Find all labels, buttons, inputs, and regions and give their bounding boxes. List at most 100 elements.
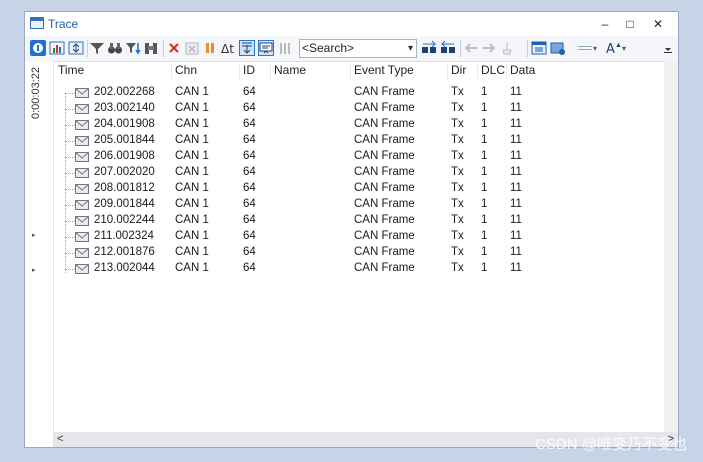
column-divider[interactable] <box>270 63 271 79</box>
toolbar: Δt <Search> ▾ ▾ A ▲ ▾ <box>25 36 678 62</box>
cell-event-type: CAN Frame <box>354 182 415 194</box>
overflow-icon[interactable] <box>662 40 674 56</box>
cell-dir: Tx <box>451 166 464 178</box>
search-input[interactable]: <Search> ▾ <box>299 39 417 58</box>
find-icon[interactable] <box>143 40 159 56</box>
trace-window: Trace – □ ✕ Δt <Search> ▾ ▾ A ▲ ▾ 0:00:0… <box>24 11 679 448</box>
cell-event-type: CAN Frame <box>354 102 415 114</box>
scroll-left-icon[interactable]: < <box>57 433 63 445</box>
cell-time: 208.001812 <box>94 182 155 194</box>
cell-id: 64 <box>243 166 256 178</box>
table-row[interactable]: 204.001908 CAN 1 64 CAN Frame Tx 1 11 <box>53 117 664 133</box>
column-divider[interactable] <box>171 63 172 79</box>
filter-down-icon[interactable] <box>125 40 141 56</box>
filter-icon[interactable] <box>89 40 105 56</box>
minimize-button[interactable]: – <box>594 15 616 33</box>
cell-event-type: CAN Frame <box>354 134 415 146</box>
splitter-arrow-icon[interactable]: ▸ <box>32 231 36 239</box>
svg-text:A: A <box>606 42 615 56</box>
table-row[interactable]: 209.001844 CAN 1 64 CAN Frame Tx 1 11 <box>53 197 664 213</box>
column-header-data[interactable]: Data <box>510 63 535 77</box>
cell-event-type: CAN Frame <box>354 166 415 178</box>
scroll-down-icon[interactable] <box>239 40 255 56</box>
find-next-icon[interactable] <box>421 40 437 56</box>
svg-text:Δt: Δt <box>221 42 234 56</box>
table-row[interactable]: 208.001812 CAN 1 64 CAN Frame Tx 1 11 <box>53 181 664 197</box>
table-row[interactable]: 210.002244 CAN 1 64 CAN Frame Tx 1 11 <box>53 213 664 229</box>
table-row[interactable]: 203.002140 CAN 1 64 CAN Frame Tx 1 11 <box>53 101 664 117</box>
table-row[interactable]: 206.001908 CAN 1 64 CAN Frame Tx 1 11 <box>53 149 664 165</box>
pause-icon[interactable] <box>202 40 218 56</box>
watermark: CSDN @唯变乃不变也 <box>535 436 687 453</box>
clear-icon[interactable] <box>184 40 200 56</box>
statistics-icon[interactable] <box>30 40 46 56</box>
svg-text:▲: ▲ <box>615 42 622 49</box>
column-header-dlc[interactable]: DLC <box>481 63 505 77</box>
window-icon[interactable] <box>531 40 547 56</box>
vertical-scrollbar[interactable] <box>664 61 678 432</box>
column-divider[interactable] <box>447 63 448 79</box>
cell-time: 207.002020 <box>94 166 155 178</box>
mark-icon[interactable] <box>499 40 515 56</box>
cell-dlc: 1 <box>481 182 488 194</box>
cell-data: 11 <box>510 262 522 274</box>
search-dropdown-icon[interactable]: ▾ <box>408 40 413 57</box>
table-row[interactable]: 211.002324 CAN 1 64 CAN Frame Tx 1 11 <box>53 229 664 245</box>
table-row[interactable]: 205.001844 CAN 1 64 CAN Frame Tx 1 11 <box>53 133 664 149</box>
cell-chn: CAN 1 <box>175 86 209 98</box>
column-header-name[interactable]: Name <box>274 63 306 77</box>
column-header-id[interactable]: ID <box>243 63 255 77</box>
cell-time: 203.002140 <box>94 102 155 114</box>
chronological-icon[interactable] <box>258 40 274 56</box>
cell-data: 11 <box>510 230 522 242</box>
cell-chn: CAN 1 <box>175 230 209 242</box>
find-prev-icon[interactable] <box>440 40 456 56</box>
cell-event-type: CAN Frame <box>354 86 415 98</box>
cell-chn: CAN 1 <box>175 246 209 258</box>
column-header-chn[interactable]: Chn <box>175 63 197 77</box>
cell-dir: Tx <box>451 214 464 226</box>
binoculars-icon[interactable] <box>107 40 123 56</box>
column-divider[interactable] <box>239 63 240 79</box>
message-envelope-icon <box>75 88 89 98</box>
table-row[interactable]: 212.001876 CAN 1 64 CAN Frame Tx 1 11 <box>53 245 664 261</box>
back-icon[interactable] <box>463 40 479 56</box>
cell-event-type: CAN Frame <box>354 198 415 210</box>
cell-dir: Tx <box>451 150 464 162</box>
chart-icon[interactable] <box>49 40 65 56</box>
columns-icon[interactable] <box>277 40 293 56</box>
column-header-time[interactable]: Time <box>58 63 84 77</box>
font-icon[interactable]: A ▲ ▾ <box>605 40 629 57</box>
column-header-event-type[interactable]: Event Type <box>354 63 414 77</box>
cell-event-type: CAN Frame <box>354 230 415 242</box>
window-title: Trace <box>48 17 79 31</box>
tree-connector <box>65 189 75 190</box>
forward-icon[interactable] <box>481 40 497 56</box>
close-button[interactable]: ✕ <box>647 15 669 33</box>
table-row[interactable]: 207.002020 CAN 1 64 CAN Frame Tx 1 11 <box>53 165 664 181</box>
export-icon[interactable] <box>550 40 566 56</box>
column-header-dir[interactable]: Dir <box>451 63 466 77</box>
cell-data: 11 <box>510 214 522 226</box>
cell-data: 11 <box>510 198 522 210</box>
svg-text:▾: ▾ <box>622 44 626 53</box>
cell-dlc: 1 <box>481 246 488 258</box>
cell-dir: Tx <box>451 246 464 258</box>
expand-icon[interactable] <box>68 40 84 56</box>
cell-dir: Tx <box>451 102 464 114</box>
splitter-arrow-icon[interactable]: ▸ <box>32 266 36 274</box>
column-divider[interactable] <box>350 63 351 79</box>
cell-time: 205.001844 <box>94 134 155 146</box>
table-row[interactable]: 202.002268 CAN 1 64 CAN Frame Tx 1 11 <box>53 85 664 101</box>
column-divider[interactable] <box>477 63 478 79</box>
column-divider[interactable] <box>506 63 507 79</box>
tree-connector <box>65 125 75 126</box>
table-row[interactable]: 213.002044 CAN 1 64 CAN Frame Tx 1 11 <box>53 261 664 277</box>
cell-chn: CAN 1 <box>175 182 209 194</box>
cell-event-type: CAN Frame <box>354 262 415 274</box>
delete-icon[interactable] <box>166 40 182 56</box>
delta-time-icon[interactable]: Δt <box>220 40 238 56</box>
cell-id: 64 <box>243 102 256 114</box>
maximize-button[interactable]: □ <box>619 15 641 33</box>
separator-icon[interactable]: ▾ <box>577 40 597 56</box>
